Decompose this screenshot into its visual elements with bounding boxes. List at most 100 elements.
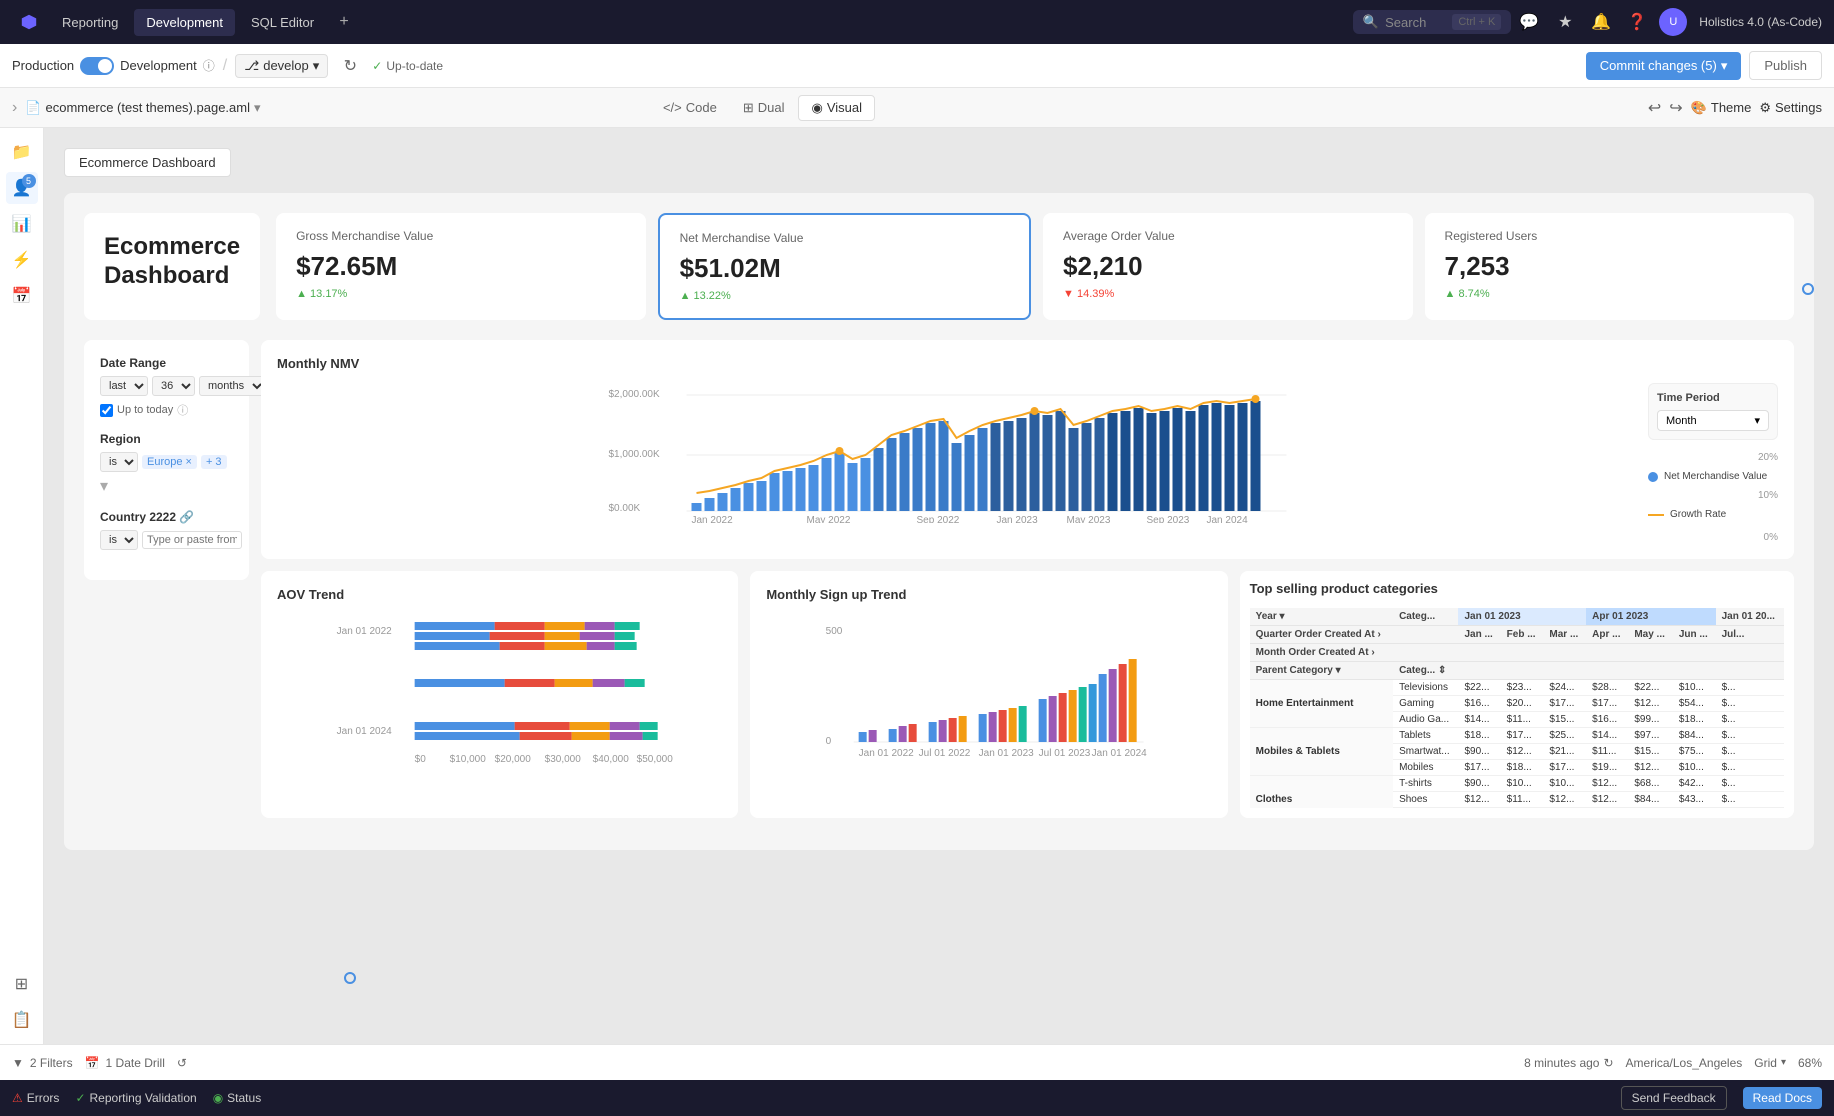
settings-button[interactable]: ⚙ Settings	[1759, 100, 1822, 116]
country-filter-label: Country 2222 🔗	[100, 510, 233, 524]
sidebar-item-grid[interactable]: ⊞	[6, 968, 38, 1000]
date-range-unit-select[interactable]: months	[199, 376, 266, 396]
refresh-button[interactable]: ↻	[336, 52, 364, 80]
theme-button[interactable]: 🎨 Theme	[1691, 100, 1752, 116]
bookmark-icon[interactable]: ★	[1551, 8, 1579, 36]
col-year[interactable]: Year ▾	[1250, 608, 1393, 626]
filters-info[interactable]: ▼ 2 Filters	[12, 1056, 73, 1070]
sidebar-item-folder[interactable]: 📁	[6, 136, 38, 168]
file-tree-chevron[interactable]: ›	[12, 99, 17, 117]
col-parent[interactable]: Parent Category ▾	[1250, 662, 1393, 680]
region-filter: Region is Europe × + 3 ▾	[100, 432, 233, 496]
time-period-dropdown-icon: ▾	[1754, 414, 1760, 427]
file-dropdown-icon[interactable]: ▾	[254, 100, 261, 116]
add-tab-button[interactable]: +	[330, 8, 358, 36]
grid-dropdown-icon: ▾	[1781, 1057, 1786, 1068]
validation-item[interactable]: ✓ Reporting Validation	[75, 1091, 196, 1105]
sidebar-item-filter[interactable]: ⚡	[6, 244, 38, 276]
svg-text:Jan 01 2022: Jan 01 2022	[337, 626, 392, 637]
date-drill-info[interactable]: 📅 1 Date Drill	[85, 1056, 165, 1070]
signup-trend-card: Monthly Sign up Trend 500 0	[750, 571, 1227, 818]
svg-text:$40,000: $40,000	[593, 754, 630, 764]
region-operator-select[interactable]: is	[100, 452, 138, 472]
kpi-label: Net Merchandise Value	[680, 231, 1009, 245]
send-feedback-button[interactable]: Send Feedback	[1621, 1086, 1727, 1110]
date-range-prefix-select[interactable]: last	[100, 376, 148, 396]
status-text: Up-to-date	[386, 59, 443, 73]
date-drill-icon: 📅	[85, 1056, 100, 1070]
svg-text:$2,000.00K: $2,000.00K	[609, 389, 660, 400]
brand-label: Holistics 4.0 (As-Code)	[1699, 15, 1822, 29]
nmv-chart: $2,000.00K $1,000.00K $0.00K	[277, 383, 1636, 543]
region-filter-label: Region	[100, 432, 233, 446]
status-bar: ▼ 2 Filters 📅 1 Date Drill ↺ 8 minutes a…	[0, 1044, 1834, 1080]
svg-text:0: 0	[826, 736, 832, 747]
sidebar-item-report[interactable]: 📋	[6, 1004, 38, 1036]
errors-item[interactable]: ⚠ Errors	[12, 1091, 59, 1105]
time-period-select[interactable]: Month ▾	[1657, 410, 1769, 431]
nav-sql-editor[interactable]: SQL Editor	[239, 9, 326, 36]
col-month[interactable]: Month Order Created At ›	[1250, 644, 1393, 662]
region-europe-tag[interactable]: Europe ×	[142, 455, 197, 469]
region-dropdown-icon[interactable]: ▾	[100, 476, 108, 496]
development-label: Development	[120, 58, 197, 73]
col-quarter[interactable]: Quarter Order Created At ›	[1250, 626, 1393, 644]
top-selling-table: Year ▾ Categ... Jan 01 2023 Apr 01 2023 …	[1250, 608, 1784, 808]
nav-reporting[interactable]: Reporting	[50, 9, 130, 36]
resize-handle-bottom[interactable]	[344, 972, 356, 984]
sidebar-item-users[interactable]: 👤 5	[6, 172, 38, 204]
country-link-icon: 🔗	[179, 510, 194, 524]
global-search[interactable]: 🔍 Search Ctrl + K	[1353, 10, 1511, 34]
svg-text:Jul 01 2023: Jul 01 2023	[1039, 748, 1091, 759]
commit-dropdown-icon: ▾	[1721, 58, 1728, 74]
env-toggle: Production Development ⓘ	[12, 57, 215, 75]
table-row: Mobiles & Tablets Tablets$18...$17...$25…	[1250, 728, 1784, 744]
redo-button[interactable]: ↪	[1669, 98, 1682, 118]
zoom-selector[interactable]: 68%	[1798, 1056, 1822, 1070]
signup-chart-title: Monthly Sign up Trend	[766, 587, 1211, 602]
title-card: EcommerceDashboard	[84, 213, 260, 320]
svg-text:$0.00K: $0.00K	[609, 503, 641, 514]
up-to-today-checkbox[interactable]	[100, 404, 113, 417]
col-mar: Mar ...	[1543, 626, 1586, 644]
status-item[interactable]: ◉ Status	[213, 1091, 262, 1105]
reset-button[interactable]: ↺	[177, 1056, 187, 1070]
up-to-today-label: Up to today	[117, 404, 173, 416]
svg-text:Jan 2024: Jan 2024	[1207, 515, 1249, 523]
legend-growth: Growth Rate	[1648, 509, 1778, 520]
nav-development[interactable]: Development	[134, 9, 235, 36]
sidebar-item-calendar[interactable]: 📅	[6, 280, 38, 312]
refresh-icon[interactable]: ↻	[1603, 1056, 1613, 1070]
nmv-chart-svg: $2,000.00K $1,000.00K $0.00K	[277, 383, 1636, 523]
region-more-tag[interactable]: + 3	[201, 455, 227, 469]
commit-changes-button[interactable]: Commit changes (5) ▾	[1586, 52, 1742, 80]
tab-code[interactable]: </> Code	[651, 95, 729, 121]
bell-icon[interactable]: 🔔	[1587, 8, 1615, 36]
search-shortcut: Ctrl + K	[1452, 14, 1501, 30]
info-icon: ⓘ	[203, 57, 215, 74]
publish-button[interactable]: Publish	[1749, 51, 1822, 80]
dashboard-preview: Ecommerce Dashboard EcommerceDashboard G…	[44, 128, 1834, 1044]
country-input[interactable]	[142, 531, 242, 549]
date-range-value-select[interactable]: 36	[152, 376, 195, 396]
notifications-comment-icon[interactable]: 💬	[1515, 8, 1543, 36]
env-toggle-switch[interactable]	[80, 57, 114, 75]
top-selling-title: Top selling product categories	[1250, 581, 1784, 596]
grid-selector[interactable]: Grid ▾	[1754, 1056, 1786, 1070]
branch-selector[interactable]: ⎇ develop ▾	[235, 54, 328, 78]
resize-handle-top[interactable]	[1802, 283, 1814, 295]
tab-visual[interactable]: ◉ Visual	[798, 95, 875, 121]
read-docs-button[interactable]: Read Docs	[1743, 1087, 1822, 1109]
content-area: Ecommerce Dashboard EcommerceDashboard G…	[44, 128, 1834, 1044]
undo-button[interactable]: ↩	[1648, 98, 1661, 118]
search-placeholder: Search	[1385, 15, 1426, 30]
bottom-footer: ⚠ Errors ✓ Reporting Validation ◉ Status…	[0, 1080, 1834, 1116]
file-icon: 📄	[25, 100, 41, 116]
country-operator-select[interactable]: is	[100, 530, 138, 550]
sidebar-item-chart[interactable]: 📊	[6, 208, 38, 240]
tab-dual[interactable]: ⊞ Dual	[731, 95, 797, 121]
user-avatar[interactable]: U	[1659, 8, 1687, 36]
help-icon[interactable]: ❓	[1623, 8, 1651, 36]
svg-text:$0: $0	[415, 754, 427, 764]
app-logo[interactable]	[12, 13, 46, 31]
